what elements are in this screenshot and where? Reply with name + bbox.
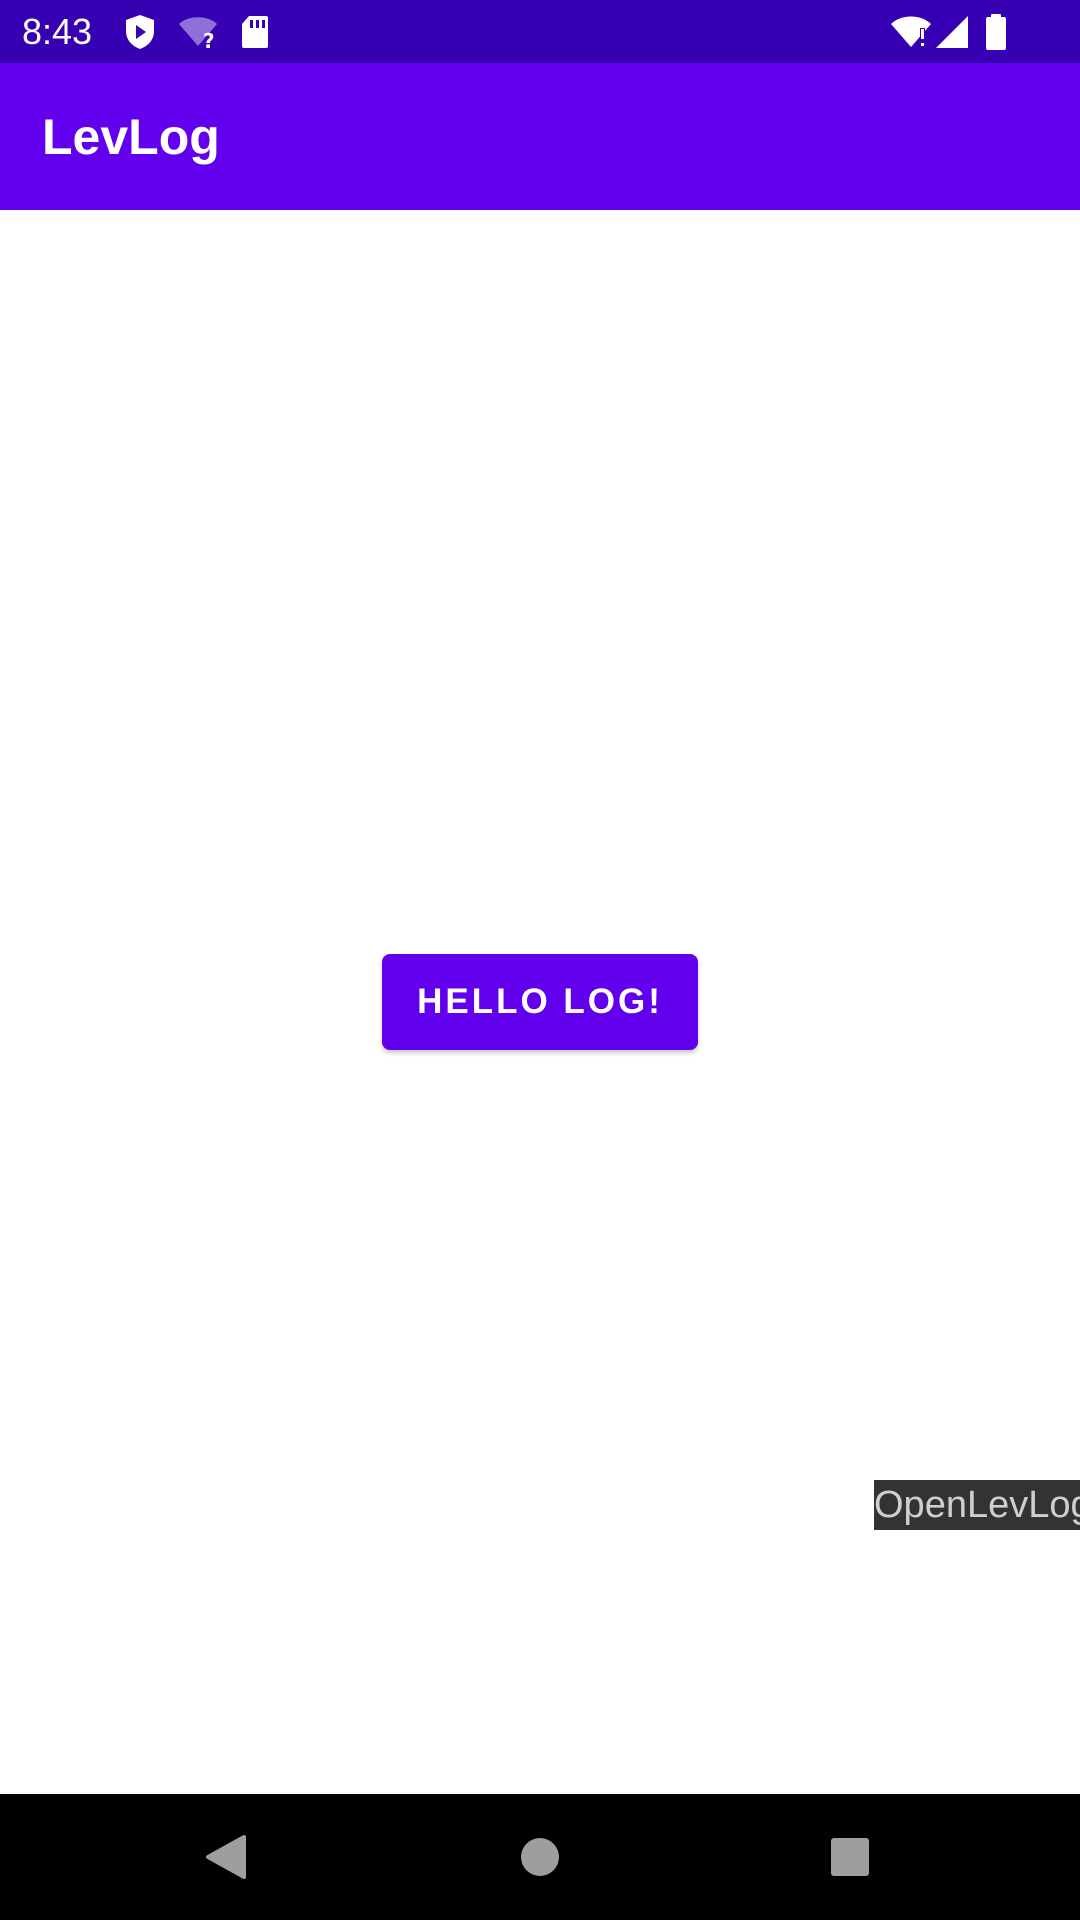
screen: 8:43 ? LevLog HELLO LOG! OpenLevLog — [0, 0, 1080, 1920]
cell-signal-icon — [934, 14, 970, 50]
sd-card-icon — [240, 14, 270, 50]
app-bar: LevLog — [0, 63, 1080, 210]
hello-log-button[interactable]: HELLO LOG! — [382, 954, 698, 1050]
recents-icon[interactable] — [820, 1827, 880, 1887]
wifi-unknown-icon: ? — [178, 14, 218, 50]
status-bar: 8:43 ? — [0, 0, 1080, 63]
shield-play-icon — [124, 14, 156, 50]
app-title: LevLog — [42, 109, 220, 165]
wifi-alert-icon — [890, 14, 932, 50]
open-levlog-overlay-button[interactable]: OpenLevLog — [874, 1480, 1080, 1530]
battery-icon — [984, 14, 1008, 50]
svg-text:?: ? — [203, 29, 215, 50]
back-icon[interactable] — [196, 1827, 256, 1887]
main-content: HELLO LOG! OpenLevLog — [0, 210, 1080, 1794]
home-icon[interactable] — [510, 1827, 570, 1887]
navigation-bar — [0, 1794, 1080, 1920]
status-time: 8:43 — [22, 11, 93, 52]
